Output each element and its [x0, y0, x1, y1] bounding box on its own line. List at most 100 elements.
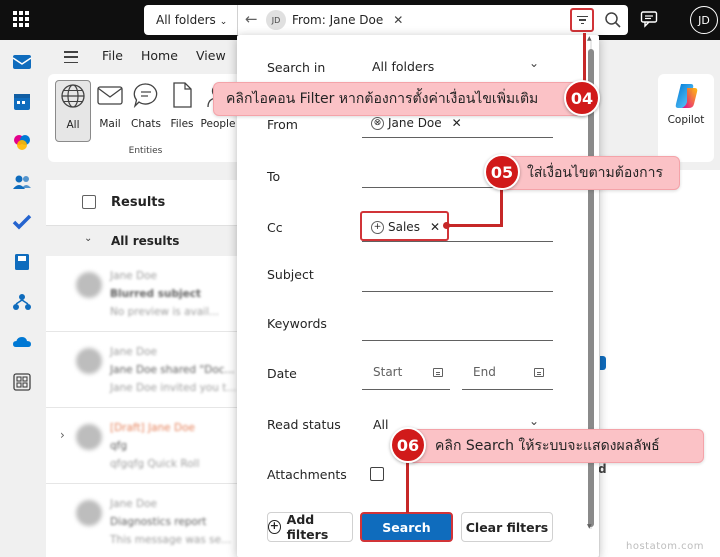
people-app-icon[interactable] [12, 172, 32, 192]
cc-label: Cc [267, 220, 283, 235]
results-header: Results [46, 180, 246, 226]
chevron-down-icon: ⌄ [84, 233, 93, 244]
chevron-down-icon: ⌄ [219, 17, 228, 27]
sender: Jane Doe [110, 498, 157, 510]
avatar [76, 424, 102, 450]
user-avatar[interactable]: JD [690, 6, 718, 34]
chip-label: From: Jane Doe [292, 13, 384, 27]
annotation-connector [500, 185, 503, 227]
date-start-field[interactable]: Start [362, 357, 450, 390]
search-chip[interactable]: JD From: Jane Doe ✕ [266, 9, 403, 31]
chevron-right-icon[interactable]: › [60, 428, 65, 442]
search-icon[interactable] [604, 11, 622, 29]
ribbon-label: Files [170, 118, 194, 130]
list-item[interactable]: Jane Doe Diagnostics report This message… [46, 486, 246, 557]
subject-label: Subject [267, 267, 314, 282]
waffle-icon[interactable] [13, 11, 29, 27]
calendar-icon [534, 368, 544, 377]
plus-circle-icon: + [268, 519, 281, 534]
attachments-label: Attachments [267, 467, 347, 482]
menu-view[interactable]: View [196, 48, 226, 63]
list-item[interactable]: › [Draft] Jane Doe qfg qfgqfg Quick Roll [46, 410, 246, 484]
results-title: Results [111, 195, 166, 210]
ribbon-chats-button[interactable]: Chats [128, 80, 164, 142]
read-status-value: All [373, 417, 389, 432]
add-filters-button[interactable]: + Add filters [267, 512, 353, 542]
from-pill-label: Jane Doe [388, 116, 442, 130]
more-apps-icon[interactable] [12, 372, 32, 392]
keywords-field[interactable] [362, 340, 553, 341]
sender: Jane Doe [110, 270, 157, 282]
select-all-checkbox[interactable] [82, 195, 96, 209]
file-icon [173, 82, 192, 108]
calendar-app-icon[interactable] [12, 92, 32, 112]
ribbon-label: Chats [130, 118, 161, 130]
annotation-06-text: คลิก Search ให้ระบบจะแสดงผลลัพธ์ [435, 438, 660, 454]
clear-filters-label: Clear filters [465, 519, 549, 535]
back-arrow-icon[interactable]: ← [245, 10, 258, 28]
annotation-06-badge: 06 [390, 427, 426, 463]
subject-field[interactable] [362, 291, 553, 292]
onedrive-save-icon[interactable] [12, 252, 32, 272]
app-rail [0, 40, 44, 557]
clear-filters-button[interactable]: Clear filters [461, 512, 553, 542]
close-icon[interactable]: ✕ [452, 116, 462, 130]
attachments-checkbox[interactable] [370, 467, 384, 481]
chip-avatar: JD [266, 10, 286, 30]
preview: No preview is avail... [110, 306, 219, 318]
avatar [76, 500, 102, 526]
annotation-05-text: ใส่เงื่อนไขตามต้องการ [527, 165, 663, 181]
chevron-down-icon: ⌄ [529, 414, 540, 428]
todo-app-icon[interactable] [12, 212, 32, 232]
menu-file[interactable]: File [102, 48, 123, 63]
annotation-05-callout: ใส่เงื่อนไขตามต้องการ [500, 156, 680, 190]
date-end-field[interactable]: End [462, 357, 553, 390]
search-box[interactable]: All folders ⌄ ← JD From: Jane Doe ✕ [144, 5, 628, 35]
from-field[interactable] [362, 137, 553, 138]
org-app-icon[interactable] [12, 292, 32, 312]
hamburger-icon[interactable] [64, 51, 78, 63]
list-item[interactable]: Jane Doe Blurred subject No preview is a… [46, 258, 246, 332]
date-start-placeholder: Start [373, 365, 403, 379]
date-label: Date [267, 366, 297, 381]
watermark: hostatom.com [626, 541, 705, 552]
person-icon: ⊗ [371, 116, 384, 130]
expand-handle[interactable] [600, 356, 606, 370]
date-end-placeholder: End [473, 365, 496, 379]
list-item[interactable]: Jane Doe Jane Doe shared "Doc... Jane Do… [46, 334, 246, 408]
ribbon-mail-button[interactable]: Mail [92, 80, 128, 142]
ribbon-label: Mail [99, 118, 121, 130]
sender: Jane Doe [110, 346, 157, 358]
mail-app-icon[interactable] [12, 52, 32, 72]
preview: Jane Doe invited you t... [110, 382, 237, 394]
subject: Blurred subject [110, 288, 201, 300]
search-button[interactable]: Search [360, 512, 453, 542]
chat-icon[interactable] [640, 10, 658, 28]
subject: Jane Doe shared "Doc... [110, 364, 235, 376]
copilot-label: Copilot [667, 114, 705, 126]
avatar [76, 348, 102, 374]
onedrive-cloud-icon[interactable] [12, 332, 32, 352]
copilot-app-icon[interactable] [12, 132, 32, 152]
keywords-label: Keywords [267, 316, 327, 331]
sender: [Draft] Jane Doe [110, 422, 195, 434]
chevron-down-icon: ⌄ [529, 56, 540, 70]
subject: qfg [110, 440, 128, 452]
folder-select-label: All folders [156, 13, 216, 27]
ribbon-group-label: Entities [128, 146, 163, 156]
copilot-button[interactable]: Copilot [658, 74, 714, 162]
read-status-label: Read status [267, 417, 341, 432]
folder-select[interactable]: All folders ⌄ [144, 5, 238, 35]
search-in-select[interactable]: All folders ⌄ [362, 51, 553, 81]
cc-field[interactable] [362, 241, 553, 242]
close-icon[interactable]: ✕ [393, 13, 403, 27]
search-button-label: Search [382, 519, 431, 535]
menu-home[interactable]: Home [141, 48, 178, 63]
filter-icon[interactable] [570, 8, 594, 32]
all-results-group[interactable]: ⌄ All results [46, 226, 246, 256]
message-list: Results ⌄ All results Jane Doe Blurred s… [46, 180, 246, 557]
chat-bubble-icon [133, 83, 158, 108]
ribbon-files-button[interactable]: Files [164, 80, 200, 142]
ribbon-all-button[interactable]: All [55, 80, 91, 142]
search-in-value: All folders [372, 59, 435, 74]
